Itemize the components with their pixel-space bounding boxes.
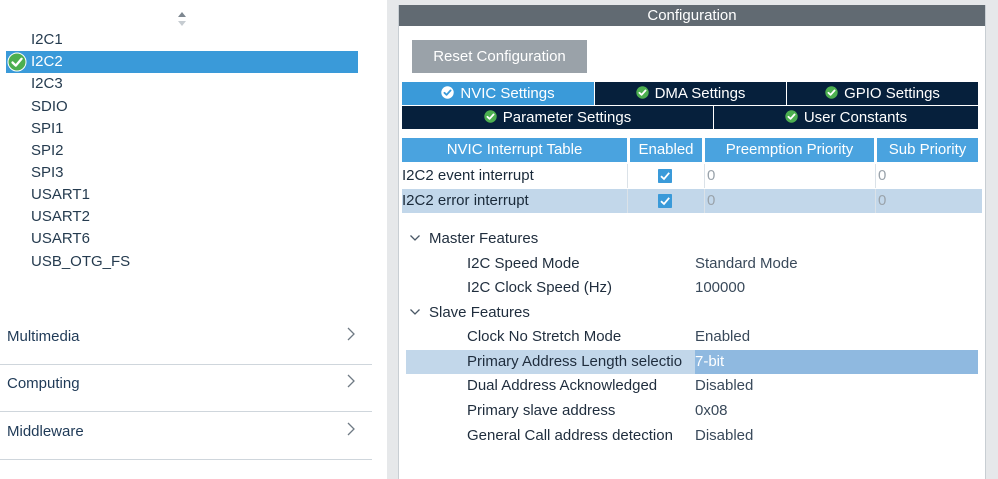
- nvic-header-preemption-priority[interactable]: Preemption Priority: [705, 138, 874, 162]
- check-circle-icon: [825, 86, 838, 99]
- check-circle-icon: [441, 86, 455, 99]
- group-master-features[interactable]: Master Features: [409, 227, 538, 251]
- check-circle-icon: [635, 86, 649, 99]
- group-slave-features[interactable]: Slave Features: [409, 301, 530, 325]
- interrupt-name: I2C2 event interrupt: [402, 164, 628, 188]
- category-computing[interactable]: Computing: [0, 372, 372, 412]
- sort-arrows-icon[interactable]: [176, 10, 188, 28]
- tab-gpio-settings[interactable]: GPIO Settings: [787, 82, 978, 105]
- enabled-cell[interactable]: [628, 189, 705, 213]
- tab-nvic-settings[interactable]: NVIC Settings: [402, 82, 594, 105]
- tab-user-constants[interactable]: User Constants: [714, 106, 978, 129]
- nvic-row-event-interrupt[interactable]: I2C2 event interrupt 0 0: [402, 164, 982, 188]
- peripheral-item-spi3[interactable]: SPI3: [6, 162, 358, 184]
- peripheral-item-usart2[interactable]: USART2: [6, 206, 358, 228]
- nvic-header-sub-priority[interactable]: Sub Priority: [877, 138, 978, 162]
- peripheral-item-sdio[interactable]: SDIO: [6, 96, 358, 118]
- param-i2c-speed-mode[interactable]: I2C Speed Mode Standard Mode: [406, 252, 978, 276]
- param-i2c-clock-speed[interactable]: I2C Clock Speed (Hz) 100000: [406, 276, 978, 300]
- enabled-cell[interactable]: [628, 164, 705, 188]
- configuration-panel: Configuration Reset Configuration NVIC S…: [398, 5, 986, 479]
- chevron-right-icon: [347, 374, 355, 388]
- peripheral-item-usart6[interactable]: USART6: [6, 228, 358, 250]
- chevron-right-icon: [347, 422, 355, 436]
- nvic-row-error-interrupt[interactable]: I2C2 error interrupt 0 0: [402, 189, 982, 213]
- param-dual-address-acknowledged[interactable]: Dual Address Acknowledged Disabled: [406, 374, 978, 398]
- nvic-header-enabled[interactable]: Enabled: [630, 138, 702, 162]
- peripheral-item-i2c1[interactable]: I2C1: [6, 29, 358, 51]
- enabled-checkbox[interactable]: [658, 169, 672, 183]
- interrupt-name: I2C2 error interrupt: [402, 189, 628, 213]
- category-multimedia[interactable]: Multimedia: [0, 325, 372, 365]
- preemption-priority-value[interactable]: 0: [705, 189, 876, 213]
- peripheral-item-spi1[interactable]: SPI1: [6, 118, 358, 140]
- peripheral-item-i2c2[interactable]: I2C2: [6, 51, 358, 73]
- param-primary-address-length[interactable]: Primary Address Length selectio 7-bit: [406, 350, 978, 374]
- sub-priority-value[interactable]: 0: [876, 189, 982, 213]
- check-circle-icon: [484, 110, 497, 123]
- peripheral-item-usb-otg-fs[interactable]: USB_OTG_FS: [6, 251, 358, 273]
- check-circle-icon: [785, 110, 798, 123]
- check-circle-icon: [7, 52, 27, 72]
- peripheral-item-spi2[interactable]: SPI2: [6, 140, 358, 162]
- param-clock-no-stretch-mode[interactable]: Clock No Stretch Mode Enabled: [406, 325, 978, 349]
- peripheral-item-i2c3[interactable]: I2C3: [6, 73, 358, 95]
- tab-parameter-settings[interactable]: Parameter Settings: [402, 106, 713, 129]
- configuration-title: Configuration: [399, 5, 985, 26]
- chevron-down-icon: [410, 309, 420, 315]
- tab-dma-settings[interactable]: DMA Settings: [595, 82, 786, 105]
- peripheral-item-usart1[interactable]: USART1: [6, 184, 358, 206]
- chevron-down-icon: [410, 235, 420, 241]
- param-primary-slave-address[interactable]: Primary slave address 0x08: [406, 399, 978, 423]
- chevron-right-icon: [347, 327, 355, 341]
- param-general-call-address-detection[interactable]: General Call address detection Disabled: [406, 424, 978, 448]
- panel-splitter[interactable]: [375, 0, 387, 479]
- preemption-priority-value[interactable]: 0: [705, 164, 876, 188]
- enabled-checkbox[interactable]: [658, 194, 672, 208]
- sub-priority-value[interactable]: 0: [876, 164, 982, 188]
- peripheral-panel: I2C1 I2C2 I2C3 SDIO SPI1 SPI2 SPI3 USART…: [0, 0, 375, 479]
- reset-configuration-button[interactable]: Reset Configuration: [412, 40, 587, 73]
- category-middleware[interactable]: Middleware: [0, 420, 372, 460]
- nvic-header-interrupt-table[interactable]: NVIC Interrupt Table: [402, 138, 627, 162]
